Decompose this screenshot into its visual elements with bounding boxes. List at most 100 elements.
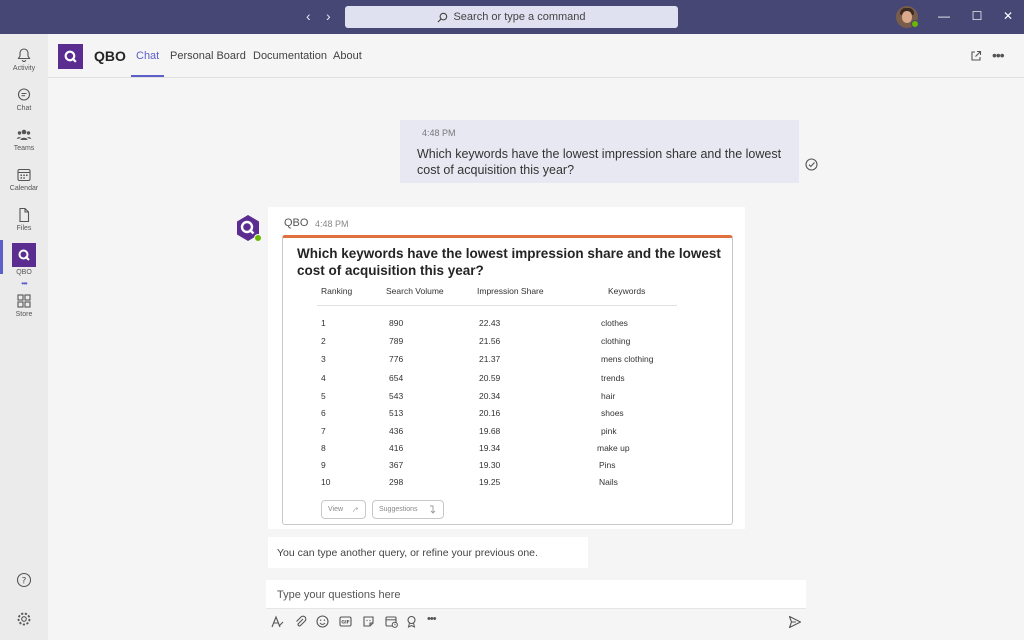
arrow-down-icon	[429, 505, 435, 514]
rail-item-qbo[interactable]: QBO	[0, 243, 48, 276]
cell-ranking: 5	[321, 391, 326, 401]
cell-search-volume: 298	[389, 477, 404, 487]
column-header: Keywords	[608, 286, 646, 296]
cell-keyword: make up	[597, 443, 630, 453]
file-icon	[19, 207, 30, 223]
gear-icon	[17, 612, 31, 626]
message-time: 4:48 PM	[315, 219, 349, 229]
forward-arrow-icon[interactable]: ›	[326, 8, 331, 24]
rail-label: Files	[16, 225, 32, 232]
hint-text: You can type another query, or refine yo…	[277, 547, 538, 559]
cell-impression-share: 21.56	[479, 336, 501, 346]
emoji-icon[interactable]	[316, 615, 329, 628]
app-header: QBO Chat Personal Board Documentation Ab…	[48, 34, 1024, 78]
cell-keyword: trends	[601, 373, 625, 383]
chat-icon	[17, 88, 31, 101]
cell-search-volume: 436	[389, 426, 404, 436]
cell-keyword: clothes	[601, 318, 628, 328]
cell-impression-share: 20.34	[479, 391, 501, 401]
svg-text:GIF: GIF	[341, 620, 350, 626]
cell-keyword: clothing	[601, 336, 631, 346]
search-placeholder: Search or type a command	[453, 11, 586, 23]
send-icon[interactable]	[788, 615, 802, 629]
active-tab-indicator	[131, 75, 164, 77]
rail-item-chat[interactable]: Chat	[0, 87, 48, 112]
cell-search-volume: 416	[389, 443, 404, 453]
tab-personal-board[interactable]: Personal Board	[170, 50, 246, 62]
attach-icon[interactable]	[294, 615, 307, 628]
sticker-icon[interactable]	[362, 615, 375, 628]
rail-item-activity[interactable]: Activity	[0, 47, 48, 72]
view-button[interactable]: View	[321, 500, 366, 519]
message-time: 4:48 PM	[422, 128, 456, 138]
card-title: Which keywords have the lowest impressio…	[297, 246, 721, 278]
cell-keyword: shoes	[601, 408, 624, 418]
presence-available-icon	[911, 20, 919, 28]
column-header: Search Volume	[386, 286, 444, 296]
app-rail: Activity Chat Teams Calendar Files QBO •…	[0, 34, 48, 640]
qbo-logo-icon	[58, 44, 83, 69]
cell-ranking: 7	[321, 426, 326, 436]
more-apps-icon[interactable]: •••	[0, 279, 48, 288]
cell-impression-share: 19.30	[479, 460, 501, 470]
search-bar[interactable]: Search or type a command	[345, 6, 678, 28]
tab-chat[interactable]: Chat	[136, 50, 159, 62]
rail-item-store[interactable]: Store	[0, 293, 48, 318]
user-message: 4:48 PM Which keywords have the lowest i…	[400, 120, 799, 183]
cell-keyword: Pins	[599, 460, 616, 470]
rail-label: Teams	[13, 145, 35, 152]
message-text: Which keywords have the lowest impressio…	[417, 147, 782, 177]
gif-icon[interactable]: GIF	[339, 615, 352, 628]
svg-text:?: ?	[22, 576, 27, 586]
cell-ranking: 4	[321, 373, 326, 383]
back-arrow-icon[interactable]: ‹	[306, 8, 311, 24]
bot-name: QBO	[284, 217, 309, 229]
cell-search-volume: 890	[389, 318, 404, 328]
tab-documentation[interactable]: Documentation	[253, 50, 327, 62]
header-divider	[317, 305, 677, 306]
pop-out-icon[interactable]	[970, 50, 982, 62]
praise-icon[interactable]	[405, 615, 418, 628]
store-icon	[17, 294, 31, 308]
suggestions-button[interactable]: Suggestions	[372, 500, 444, 519]
cell-impression-share: 19.25	[479, 477, 501, 487]
maximize-icon[interactable]: ☐	[969, 9, 985, 23]
cell-keyword: hair	[601, 391, 616, 401]
suggestions-button-label: Suggestions	[379, 506, 418, 513]
schedule-meeting-icon[interactable]	[385, 615, 398, 628]
message-input[interactable]	[266, 580, 806, 609]
hint-message: You can type another query, or refine yo…	[268, 537, 588, 568]
help-button[interactable]: ?	[0, 572, 48, 588]
rail-label: Activity	[12, 65, 36, 72]
rail-label: Store	[15, 311, 33, 318]
more-options-icon[interactable]: •••	[427, 613, 437, 625]
rail-item-calendar[interactable]: Calendar	[0, 167, 48, 192]
close-icon[interactable]: ✕	[1000, 9, 1016, 23]
cell-search-volume: 776	[389, 354, 404, 364]
cell-keyword: pink	[601, 426, 617, 436]
minimize-icon[interactable]: —	[936, 9, 952, 23]
compose-box[interactable]	[266, 580, 806, 609]
cell-ranking: 6	[321, 408, 326, 418]
rail-label: Calendar	[9, 185, 39, 192]
cell-ranking: 1	[321, 318, 326, 328]
view-button-label: View	[328, 506, 344, 513]
cell-ranking: 2	[321, 336, 326, 346]
cell-ranking: 8	[321, 443, 326, 453]
cell-impression-share: 21.37	[479, 354, 501, 364]
cell-keyword: mens clothing	[601, 354, 654, 364]
calendar-icon	[17, 168, 31, 182]
rail-item-teams[interactable]: Teams	[0, 127, 48, 152]
bot-message: QBO 4:48 PM Which keywords have the lowe…	[268, 207, 745, 529]
format-icon[interactable]	[271, 615, 284, 628]
teams-icon	[16, 129, 32, 140]
tab-about[interactable]: About	[333, 50, 362, 62]
cell-ranking: 3	[321, 354, 326, 364]
cell-impression-share: 22.43	[479, 318, 501, 328]
more-options-icon[interactable]: •••	[992, 47, 1005, 63]
rail-item-files[interactable]: Files	[0, 207, 48, 232]
settings-button[interactable]	[0, 611, 48, 627]
cell-search-volume: 543	[389, 391, 404, 401]
cell-impression-share: 19.68	[479, 426, 501, 436]
cell-impression-share: 19.34	[479, 443, 501, 453]
